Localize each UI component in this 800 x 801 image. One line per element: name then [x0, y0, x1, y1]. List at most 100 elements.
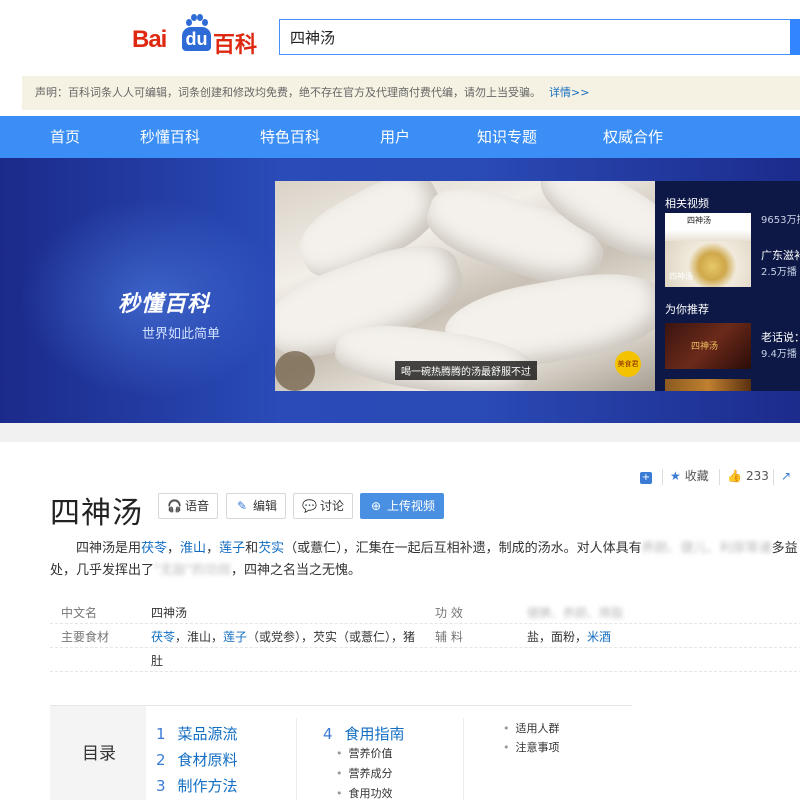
- discuss-label: 讨论: [320, 499, 345, 513]
- thumb-text-3: 四神汤: [691, 342, 719, 352]
- toc-column-divider-1: [296, 718, 297, 800]
- tools-separator-1: [662, 466, 663, 486]
- info-value-main-ingredients-cont: 肚: [151, 654, 164, 668]
- toc-item-2[interactable]: 2 食材原料: [156, 749, 238, 770]
- tools-separator-2: [719, 466, 720, 486]
- summary-text-4: ，四神之名当之无愧。: [230, 563, 361, 578]
- thumbs-up-icon: 👍: [727, 469, 742, 483]
- main-nav: 首页 秒懂百科 特色百科 用户 知识专题 权威合作: [0, 116, 800, 158]
- link-huaishan[interactable]: 淮山: [180, 541, 206, 556]
- voice-label: 语音: [185, 499, 210, 513]
- voice-button[interactable]: 🎧 语音: [158, 493, 219, 519]
- related-video-thumb-2[interactable]: 四神汤: [665, 241, 751, 287]
- related-video-meta-2[interactable]: 广东滋补 2.5万播: [761, 247, 800, 278]
- toc-num-1: 1: [156, 725, 166, 743]
- related-video-plays-1: 9653万播: [761, 215, 800, 226]
- toc-sub-suitable-people[interactable]: 适用人群: [503, 720, 560, 736]
- entry-summary: 四神汤是用茯苓，淮山，莲子和芡实（或薏仁），汇集在一起后互相补遗，制成的汤水。对…: [50, 538, 800, 582]
- info-value-effect: 健脾、养颜、降脂: [527, 606, 624, 620]
- toc-label-2: 食材原料: [177, 751, 238, 769]
- video-player[interactable]: 喝一碗热腾腾的汤最舒服不过 美食君: [275, 181, 655, 391]
- link-fuling[interactable]: 茯苓: [141, 541, 167, 556]
- recommend-video-plays-1: 9.4万播: [761, 349, 797, 360]
- like-button[interactable]: 👍 233: [727, 466, 769, 486]
- toc-label-4: 食用指南: [344, 725, 405, 743]
- share-icon[interactable]: ↗: [781, 466, 791, 486]
- info-value-auxiliary: 盐，面粉，米酒: [527, 628, 611, 645]
- add-icon[interactable]: +: [640, 466, 652, 486]
- summary-sep-3: 和: [245, 541, 259, 556]
- related-video-thumb-1[interactable]: 四神汤: [665, 213, 751, 241]
- baidu-baike-logo[interactable]: Bai du 百科: [132, 14, 262, 58]
- video-banner: 秒懂百科 世界如此简单 喝一碗热腾腾的汤最舒服不过 美食君 相关视频 四神汤 9…: [0, 158, 800, 423]
- recommend-video-meta-1[interactable]: 老话说： 9.4万播: [761, 329, 800, 360]
- nav-item-topics[interactable]: 知识专题: [477, 116, 537, 158]
- link-qianshi[interactable]: 芡实: [258, 541, 284, 556]
- nav-item-featured[interactable]: 特色百科: [260, 116, 320, 158]
- edit-button[interactable]: ✎ 编辑: [226, 493, 287, 519]
- info-row-1: 中文名 四神汤 功 效 健脾、养颜、降脂: [50, 600, 800, 624]
- details-link[interactable]: 详情>>: [549, 86, 589, 99]
- summary-blurred-2: "无敌"的功效: [154, 563, 231, 578]
- summary-text-1: 四神汤是用: [76, 541, 142, 556]
- toc-column-divider-2: [463, 718, 464, 800]
- disclaimer-bar: 声明：百科词条人人可编辑，词条创建和修改均免费，绝不存在官方及代理商付费代编，请…: [22, 76, 800, 110]
- plus-circle-icon: ⊕: [370, 499, 382, 513]
- search-button[interactable]: [790, 19, 800, 55]
- toc-num-2: 2: [156, 751, 166, 769]
- info-text-rest: （或党参），芡实（或薏仁），猪: [247, 630, 416, 644]
- chat-icon: 💬: [302, 499, 317, 513]
- link-lianzi-info[interactable]: 莲子: [223, 630, 247, 644]
- logo-bai-text: Bai: [132, 26, 167, 53]
- toc-label-3: 制作方法: [177, 777, 238, 795]
- miaodong-logo[interactable]: 秒懂百科: [118, 286, 210, 318]
- headphones-icon: 🎧: [167, 499, 182, 513]
- recommend-video-thumb-2[interactable]: [665, 379, 751, 391]
- toc-sub-benefits[interactable]: 食用功效: [336, 785, 393, 801]
- favorite-button[interactable]: ★ 收藏: [670, 466, 709, 486]
- logo-baike-text: 百科: [213, 33, 258, 58]
- related-video-panel: 相关视频 四神汤 9653万播 四神汤 广东滋补 2.5万播 为你推荐 四神汤 …: [655, 181, 800, 391]
- recommend-video-thumb-1[interactable]: 四神汤: [665, 323, 751, 369]
- search-input[interactable]: [280, 20, 799, 54]
- link-fuling-info[interactable]: 茯苓: [151, 630, 175, 644]
- info-text-salt-flour: 盐，面粉，: [527, 630, 588, 644]
- toc-num-3: 3: [156, 777, 166, 795]
- info-key-auxiliary: 辅 料: [435, 630, 463, 644]
- discuss-button[interactable]: 💬 讨论: [293, 493, 354, 519]
- nav-item-partners[interactable]: 权威合作: [603, 116, 663, 158]
- nav-item-user[interactable]: 用户: [380, 116, 410, 158]
- upload-video-button[interactable]: ⊕ 上传视频: [360, 493, 445, 519]
- link-lianzi[interactable]: 莲子: [219, 541, 245, 556]
- info-text-huaishan: ，淮山，: [175, 630, 224, 644]
- edit-label: 编辑: [253, 499, 278, 513]
- toc-sub-nutrition-facts[interactable]: 营养成分: [336, 765, 393, 781]
- miaodong-slogan: 世界如此简单: [142, 327, 221, 342]
- toc-item-3[interactable]: 3 制作方法: [156, 775, 238, 796]
- summary-sep-2: ，: [206, 541, 220, 556]
- info-value-main-ingredients: 茯苓，淮山，莲子（或党参），芡实（或薏仁），猪: [151, 628, 415, 645]
- thumb-text-1: 四神汤: [687, 216, 711, 225]
- video-shadow: [275, 351, 315, 391]
- section-gap: [0, 423, 800, 442]
- toc-item-1[interactable]: 1 菜品源流: [156, 723, 238, 744]
- paw-icon: [186, 14, 208, 28]
- info-key-effect: 功 效: [435, 606, 463, 620]
- related-video-title-2: 广东滋补: [761, 249, 800, 262]
- header: Bai du 百科: [0, 0, 800, 74]
- like-count: 233: [745, 469, 769, 483]
- toc-item-4[interactable]: 4 食用指南: [323, 723, 405, 744]
- thumb-text-2: 四神汤: [669, 272, 693, 281]
- info-key-chinese-name: 中文名: [61, 606, 98, 620]
- related-video-plays-2: 2.5万播: [761, 267, 797, 278]
- link-mijiu[interactable]: 米酒: [587, 630, 611, 644]
- page-title: 四神汤: [50, 496, 143, 531]
- nav-item-miaodong[interactable]: 秒懂百科: [140, 116, 200, 158]
- toc-sub-precautions[interactable]: 注意事项: [503, 739, 560, 755]
- nav-item-home[interactable]: 首页: [50, 116, 80, 158]
- toc-label-1: 菜品源流: [177, 725, 238, 743]
- recommend-video-title-1: 老话说：: [761, 331, 800, 344]
- channel-badge: 美食君: [615, 351, 641, 377]
- toc-sub-nutrition-value[interactable]: 营养价值: [336, 745, 393, 761]
- related-video-meta-1[interactable]: 9653万播: [761, 211, 800, 226]
